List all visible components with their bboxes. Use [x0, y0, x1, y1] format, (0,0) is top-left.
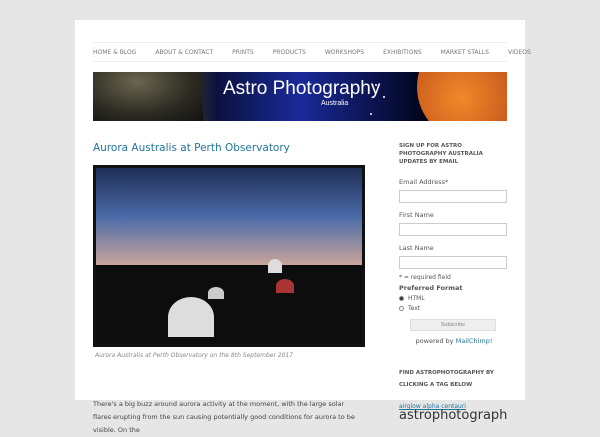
sidebar: Sign up for Astro Photography Australia … — [399, 142, 509, 422]
nav-videos[interactable]: Videos — [508, 49, 531, 56]
nav-workshops[interactable]: Workshops — [325, 49, 364, 56]
tag-link-large[interactable]: astrophotograph — [399, 409, 509, 422]
first-name-input[interactable] — [399, 223, 507, 236]
format-html-radio[interactable]: HTML — [399, 295, 509, 302]
signup-heading: Sign up for Astro Photography Australia … — [399, 143, 483, 165]
radio-selected-icon — [399, 296, 404, 301]
page: Home & Blog About & Contact Prints Produ… — [75, 20, 531, 434]
observatory-dome — [268, 258, 282, 273]
last-name-label: Last Name — [399, 244, 434, 252]
powered-by: powered by MailChimp! — [399, 337, 509, 345]
format-label: Preferred Format — [399, 284, 463, 292]
post-body: There's a big buzz around aurora activit… — [93, 400, 355, 434]
moon-image — [417, 72, 507, 121]
nav-exhibitions[interactable]: Exhibitions — [383, 49, 422, 56]
tags-heading: Find astrophotography by clicking a tag … — [399, 370, 494, 388]
first-name-label: First Name — [399, 211, 434, 219]
banner-title: Astro Photography — [223, 78, 381, 99]
required-note: * = required field — [399, 274, 451, 281]
format-text-radio[interactable]: Text — [399, 305, 509, 312]
tag-links-small[interactable]: airglow alpha centauri — [399, 403, 509, 410]
subscribe-button[interactable]: Subscribe — [410, 319, 496, 331]
email-input[interactable] — [399, 190, 507, 203]
last-name-input[interactable] — [399, 256, 507, 269]
radio-label: Text — [408, 305, 421, 312]
observatory-dome — [208, 286, 224, 299]
star — [383, 96, 385, 98]
header-banner[interactable]: Astro Photography Australia — [93, 72, 507, 121]
observatory-dome — [276, 278, 294, 293]
email-label: Email Address* — [399, 178, 449, 186]
star — [375, 84, 377, 86]
post-title[interactable]: Aurora Australis at Perth Observatory — [93, 142, 290, 154]
nav-about[interactable]: About & Contact — [155, 49, 213, 56]
nav-products[interactable]: Products — [273, 49, 306, 56]
radio-label: HTML — [408, 295, 425, 302]
post-image[interactable] — [93, 165, 365, 347]
milky-way-image — [93, 72, 203, 121]
nav-home[interactable]: Home & Blog — [93, 49, 136, 56]
powered-text: powered by — [415, 337, 454, 345]
nav-market-stalls[interactable]: Market Stalls — [441, 49, 489, 56]
nav-prints[interactable]: Prints — [232, 49, 254, 56]
radio-icon — [399, 306, 404, 311]
star — [370, 113, 372, 115]
main-nav: Home & Blog About & Contact Prints Produ… — [93, 42, 531, 62]
mailchimp-link[interactable]: MailChimp! — [456, 337, 493, 345]
banner-subtitle: Australia — [321, 100, 349, 107]
observatory-dome — [168, 296, 214, 337]
image-caption: Aurora Australis at Perth Observatory on… — [95, 352, 294, 359]
